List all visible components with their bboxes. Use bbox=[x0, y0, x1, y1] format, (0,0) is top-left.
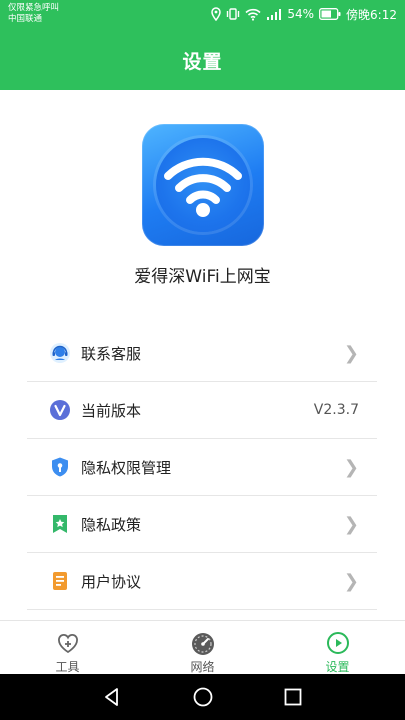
bookmark-star-icon bbox=[49, 513, 71, 535]
wifi-icon bbox=[164, 157, 242, 217]
settings-list: 联系客服 ❯ 当前版本 V2.3.7 隐私权限管理 ❯ 隐私政策 ❯ 用户协议 … bbox=[27, 325, 377, 610]
carrier-info: 仅限紧急呼叫 中国联通 bbox=[8, 3, 59, 25]
status-bar: 仅限紧急呼叫 中国联通 54% 傍晚6:12 bbox=[0, 0, 405, 32]
signal-icon bbox=[266, 8, 282, 21]
location-icon bbox=[211, 7, 222, 21]
recent-apps-icon[interactable] bbox=[282, 686, 304, 708]
clock: 傍晚6:12 bbox=[346, 7, 397, 22]
settings-item-label: 联系客服 bbox=[81, 344, 142, 363]
tab-tools[interactable]: 工具 bbox=[0, 621, 135, 675]
version-icon bbox=[49, 399, 71, 421]
settings-item-user-agreement[interactable]: 用户协议 ❯ bbox=[27, 553, 377, 610]
tab-label: 工具 bbox=[55, 660, 80, 674]
chevron-right-icon: ❯ bbox=[343, 342, 359, 364]
vibrate-icon bbox=[226, 7, 240, 21]
status-icons: 54% 傍晚6:12 bbox=[211, 5, 397, 23]
battery-percent: 54% bbox=[287, 7, 315, 21]
app-logo bbox=[142, 124, 264, 246]
app-name: 爱得深WiFi上网宝 bbox=[134, 267, 271, 287]
settings-item-contact-support[interactable]: 联系客服 ❯ bbox=[27, 325, 377, 382]
chevron-right-icon: ❯ bbox=[343, 513, 359, 535]
home-icon[interactable] bbox=[192, 686, 214, 708]
battery-icon bbox=[319, 8, 341, 20]
shield-icon bbox=[49, 456, 71, 478]
back-icon[interactable] bbox=[101, 686, 123, 708]
tab-settings[interactable]: 设置 bbox=[270, 621, 405, 675]
settings-item-label: 隐私权限管理 bbox=[81, 458, 172, 477]
speedometer-icon bbox=[190, 631, 216, 655]
document-icon bbox=[49, 570, 71, 592]
heart-plus-icon bbox=[56, 631, 80, 655]
page-title: 设置 bbox=[182, 51, 223, 73]
chevron-right-icon: ❯ bbox=[343, 570, 359, 592]
tab-network[interactable]: 网络 bbox=[135, 621, 270, 675]
system-navigation-bar bbox=[0, 674, 405, 720]
version-value: V2.3.7 bbox=[313, 402, 359, 418]
settings-item-privacy-permissions[interactable]: 隐私权限管理 ❯ bbox=[27, 439, 377, 496]
settings-item-label: 隐私政策 bbox=[81, 515, 142, 534]
chevron-right-icon: ❯ bbox=[343, 456, 359, 478]
carrier-name: 中国联通 bbox=[8, 14, 43, 24]
tab-label: 设置 bbox=[325, 660, 350, 674]
settings-item-current-version[interactable]: 当前版本 V2.3.7 bbox=[27, 382, 377, 439]
wifi-icon bbox=[245, 8, 261, 21]
customer-service-icon bbox=[49, 342, 71, 364]
carrier-emergency-text: 仅限紧急呼叫 bbox=[8, 3, 60, 13]
tab-label: 网络 bbox=[190, 660, 215, 674]
play-circle-icon bbox=[326, 631, 350, 655]
settings-item-label: 当前版本 bbox=[81, 401, 142, 420]
settings-item-privacy-policy[interactable]: 隐私政策 ❯ bbox=[27, 496, 377, 553]
bottom-tab-bar: 工具 网络 设置 bbox=[0, 620, 405, 675]
settings-item-label: 用户协议 bbox=[81, 572, 142, 591]
page-header: 设置 bbox=[0, 32, 405, 90]
